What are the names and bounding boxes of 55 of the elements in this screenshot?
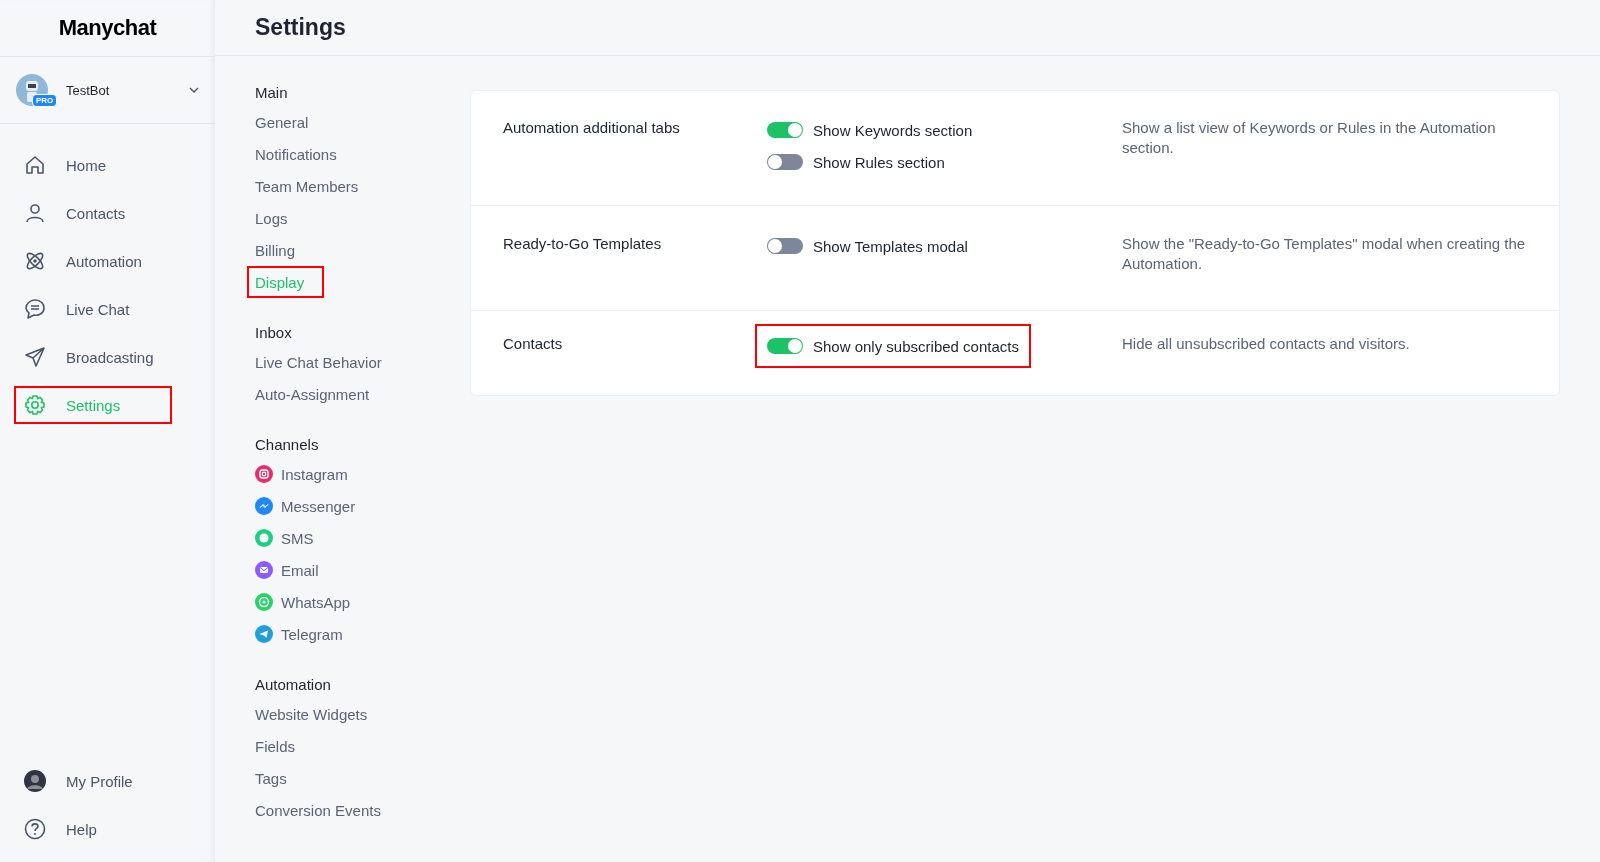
chevron-down-icon[interactable] (189, 87, 199, 93)
setting-description: Hide all unsubscribed contacts and visitors. (1122, 334, 1411, 354)
settings-nav-item[interactable]: Logs (247, 202, 308, 234)
section-heading: Channels (255, 434, 320, 455)
nav-item[interactable]: Home (14, 146, 201, 184)
settings-icon (24, 394, 46, 416)
toggle-option[interactable]: Show Rules section (755, 148, 957, 176)
settings-nav-item[interactable]: Tags (247, 762, 307, 794)
nav-item[interactable]: My Profile (14, 762, 201, 800)
toggle-switch[interactable] (767, 154, 803, 170)
settings-nav-item[interactable]: Instagram (247, 458, 368, 490)
settings-nav-item[interactable]: Live Chat Behavior (247, 346, 402, 378)
settings-nav-item[interactable]: Website Widgets (247, 698, 388, 730)
setting-description: Show the "Ready-to-Go Templates" modal when creating the Automation. (1122, 234, 1527, 274)
setting-title: Automation additional tabs (503, 118, 681, 138)
nav-item[interactable]: Help (14, 810, 201, 848)
nav-item[interactable]: Contacts (14, 194, 201, 232)
toggle-switch[interactable] (767, 238, 803, 254)
section-heading: Automation (255, 674, 332, 695)
settings-nav-item[interactable]: Fields (247, 730, 315, 762)
nav-item[interactable]: Automation (14, 242, 201, 280)
page-title: Settings (215, 0, 1600, 56)
nav-item[interactable]: Broadcasting (14, 338, 201, 376)
toggle-switch[interactable] (767, 122, 803, 138)
settings-nav-item[interactable]: Notifications (247, 138, 357, 170)
settings-nav-item[interactable]: Auto-Assignment (247, 378, 390, 410)
person-icon (24, 202, 46, 224)
setting-title: Contacts (503, 334, 564, 354)
settings-nav-item[interactable]: General (247, 106, 329, 138)
setting-description: Show a list view of Keywords or Rules in the Automation section. (1122, 118, 1497, 158)
help-icon (24, 818, 46, 840)
section-heading: Inbox (255, 322, 293, 343)
settings-nav-item[interactable]: Messenger (247, 490, 376, 522)
setting-title: Ready-to-Go Templates (503, 234, 663, 254)
section-heading: Main (255, 82, 289, 103)
settings-nav-item[interactable]: Telegram (247, 618, 363, 650)
account-name[interactable]: TestBot (66, 82, 171, 98)
settings-nav-item[interactable]: WhatsApp (247, 586, 371, 618)
toggle-switch[interactable] (767, 338, 803, 354)
settings-nav-item[interactable]: Team Members (247, 170, 379, 202)
chat-bubble-icon (24, 298, 46, 320)
settings-nav-item[interactable]: Email (247, 554, 339, 586)
settings-nav-item[interactable]: Billing (247, 234, 316, 266)
settings-nav-item[interactable]: Conversion Events (247, 794, 401, 826)
brand-logo[interactable]: Manychat (58, 15, 157, 41)
nav-item[interactable]: Live Chat (14, 290, 201, 328)
settings-nav-item[interactable]: SMS (247, 522, 334, 554)
toggle-option[interactable]: Show only subscribed contacts (755, 324, 1031, 368)
plan-badge: PRO (32, 94, 58, 107)
toggle-option[interactable]: Show Keywords section (755, 116, 985, 144)
paper-plane-icon (24, 346, 46, 368)
toggle-option[interactable]: Show Templates modal (755, 232, 980, 260)
home-icon (24, 154, 46, 176)
atom-icon (24, 250, 46, 272)
avatar-icon (24, 770, 46, 792)
